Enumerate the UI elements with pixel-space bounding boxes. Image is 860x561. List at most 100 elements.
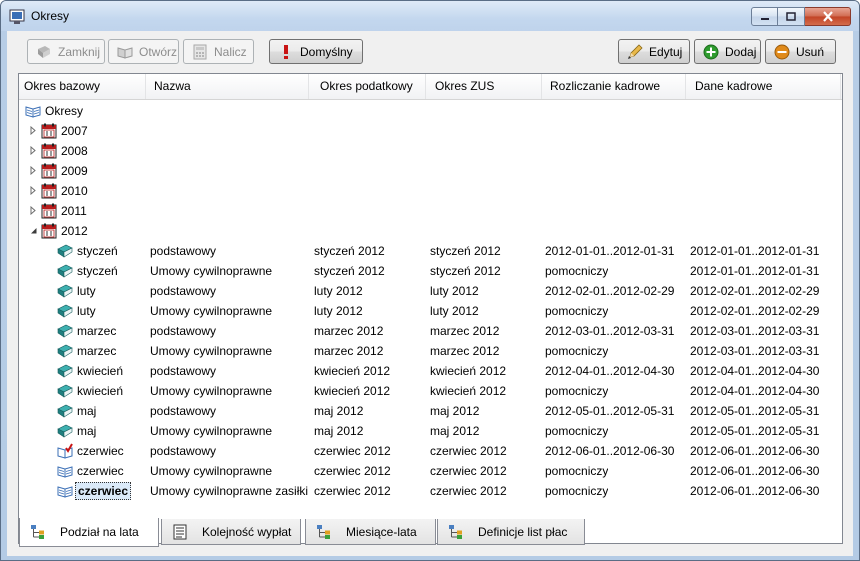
close-icon [822,11,833,22]
period-tax-cell: kwiecień 2012 [314,384,391,398]
tree-period-row[interactable]: marzec Umowy cywilnoprawne marzec 2012 marz… [19,341,842,361]
period-zus-cell: czerwiec 2012 [430,444,507,458]
periods-tree-grid[interactable]: Okres bazowy Nazwa Okres podatkowy Okres… [18,73,843,544]
window-title: Okresy [31,9,70,23]
period-data-cell: 2012-04-01..2012-04-30 [690,364,820,378]
tree-year-label: 2007 [61,124,88,138]
tree-year-label: 2010 [61,184,88,198]
tree-period-row[interactable]: maj Umowy cywilnoprawne maj 2012 maj 2012 po… [19,421,842,441]
column-header-hr-data[interactable]: Dane kadrowe [690,74,841,99]
tree-year-2008[interactable]: 2008 [19,141,842,161]
period-hr-cell: pomocniczy [545,344,609,358]
tree-year-2009[interactable]: 2009 [19,161,842,181]
tab-2[interactable]: Miesiące-lata [305,519,436,545]
period-name-cell: podstawowy [150,284,217,298]
title-bar[interactable]: Okresy [1,1,859,31]
tree-period-row[interactable]: czerwiec podstawowy czerwiec 2012 czerwiec … [19,441,842,461]
expand-arrow-icon[interactable] [29,126,38,135]
tree-period-row[interactable]: kwiecień Umowy cywilnoprawne kwiecień 2012… [19,381,842,401]
tree-period-row[interactable]: maj podstawowy maj 2012 maj 2012 2012-05-01.… [19,401,842,421]
tab-3[interactable]: Definicje list płac [437,519,585,545]
period-tax-cell: luty 2012 [314,304,363,318]
expand-arrow-icon[interactable] [29,206,38,215]
delete-label: Usuń [796,44,825,59]
period-hr-cell: pomocniczy [545,304,609,318]
tree-root[interactable]: Okresy [19,101,842,121]
period-base-name: marzec [77,324,117,338]
maximize-button[interactable] [778,7,805,26]
open-period-button[interactable]: Otwórz [108,39,179,64]
app-icon [9,9,25,24]
column-header-tax-period[interactable]: Okres podatkowy [315,74,426,99]
accrue-button[interactable]: Nalicz [183,39,254,64]
expand-arrow-icon[interactable] [29,166,38,175]
period-name-cell: podstawowy [150,404,217,418]
tab-0[interactable]: Podział na lata [19,518,159,547]
column-header-hr-settlement[interactable]: Rozliczanie kadrowe [545,74,686,99]
period-base-name: maj [77,424,97,438]
period-zus-cell: marzec 2012 [430,324,500,338]
tree-period-row[interactable]: marzec podstawowy marzec 2012 marzec 2012 20… [19,321,842,341]
closed-book-icon [57,304,73,318]
tree-period-row[interactable]: czerwiec Umowy cywilnoprawne zasiłki czerw… [19,481,842,501]
add-label: Dodaj [725,44,757,59]
period-tax-cell: czerwiec 2012 [314,444,391,458]
period-zus-cell: czerwiec 2012 [430,464,507,478]
tree-period-row[interactable]: luty Umowy cywilnoprawne luty 2012 luty 201… [19,301,842,321]
collapse-arrow-icon[interactable] [29,226,38,235]
column-header-base-period[interactable]: Okres bazowy [19,74,146,99]
calendar-icon [41,203,57,219]
period-data-cell: 2012-01-01..2012-01-31 [690,244,820,258]
tab-1[interactable]: Kolejność wypłat [161,519,301,545]
period-hr-cell: 2012-02-01..2012-02-29 [545,284,675,298]
column-header-zus-period[interactable]: Okres ZUS [430,74,542,99]
tree-period-row[interactable]: luty podstawowy luty 2012 luty 2012 2012-02-… [19,281,842,301]
tab-label: Miesiące-lata [346,524,417,539]
column-header: Okres bazowy Nazwa Okres podatkowy Okres… [19,74,842,100]
tree-period-row[interactable]: kwiecień podstawowy kwiecień 2012 kwiecień … [19,361,842,381]
period-name-cell: podstawowy [150,364,217,378]
tree-period-row[interactable]: czerwiec Umowy cywilnoprawne czerwiec 2012… [19,461,842,481]
period-hr-cell: 2012-03-01..2012-03-31 [545,324,675,338]
minimize-button[interactable] [751,7,778,26]
period-base-name: styczeń [77,264,118,278]
calculator-icon [193,44,207,59]
period-data-cell: 2012-02-01..2012-02-29 [690,284,820,298]
period-base-name: luty [77,284,96,298]
close-period-button[interactable]: Zamknij [27,39,105,64]
expand-arrow-icon[interactable] [29,146,38,155]
closed-book-icon [57,244,73,258]
period-hr-cell: pomocniczy [545,424,609,438]
period-data-cell: 2012-06-01..2012-06-30 [690,444,820,458]
add-button[interactable]: Dodaj [694,39,761,64]
period-base-name: styczeń [77,244,118,258]
exclamation-icon [284,44,288,59]
tab-label: Kolejność wypłat [202,524,292,539]
period-name-cell: podstawowy [150,324,217,338]
delete-button[interactable]: Usuń [765,39,836,64]
tree-year-2007[interactable]: 2007 [19,121,842,141]
open-book-icon [57,466,73,478]
closed-book-icon [38,45,50,58]
period-base-name: marzec [77,344,117,358]
tree-year-2012[interactable]: 2012 [19,221,842,241]
expand-arrow-icon[interactable] [29,186,38,195]
list-icon [173,524,187,539]
period-zus-cell: kwiecień 2012 [430,384,507,398]
period-zus-cell: styczeń 2012 [430,264,501,278]
period-zus-cell: maj 2012 [430,424,480,438]
default-button[interactable]: Domyślny [269,39,363,64]
books-icon [25,106,41,118]
period-data-cell: 2012-06-01..2012-06-30 [690,464,820,478]
tree-period-row[interactable]: styczeń Umowy cywilnoprawne styczeń 2012 st… [19,261,842,281]
tree-year-2011[interactable]: 2011 [19,201,842,221]
column-header-name[interactable]: Nazwa [149,74,309,99]
tree-year-2010[interactable]: 2010 [19,181,842,201]
window-controls [751,7,851,26]
period-hr-cell: 2012-04-01..2012-04-30 [545,364,675,378]
delete-icon [774,44,790,59]
add-icon [703,44,719,59]
close-window-button[interactable] [805,7,851,26]
tree-period-row[interactable]: styczeń podstawowy styczeń 2012 styczeń 201… [19,241,842,261]
edit-button[interactable]: Edytuj [618,39,690,64]
